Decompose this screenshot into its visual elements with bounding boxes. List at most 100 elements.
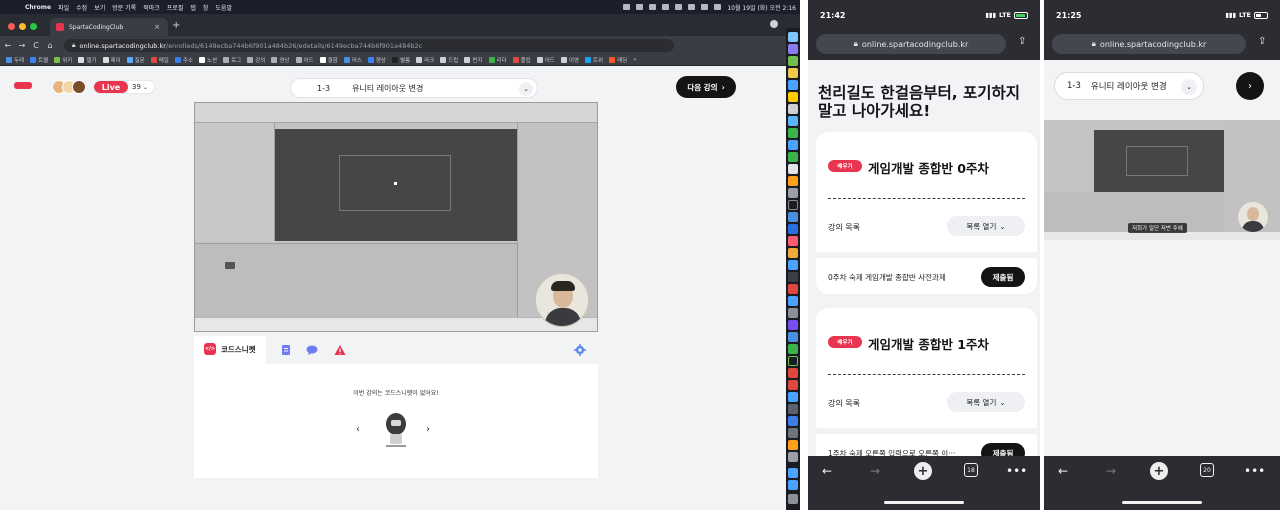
wifi-icon[interactable] [688,4,696,10]
app-icon[interactable] [788,80,798,90]
app-icon[interactable] [788,200,798,210]
trash-icon[interactable] [788,494,798,504]
lecture-video[interactable]: 저희가 일단 저번 주에 [1044,120,1280,240]
app-icon[interactable] [788,68,798,78]
document-icon[interactable] [280,344,292,356]
bookmark-item[interactable]: 어스 [343,56,362,64]
app-icon[interactable] [788,296,798,306]
bookmark-item[interactable]: 트위 [585,56,603,64]
bookmark-item[interactable]: 두레 [6,56,24,64]
tab-search-icon[interactable] [770,20,778,28]
record-icon[interactable] [662,4,670,10]
back-icon[interactable]: ← [822,464,832,478]
bookmark-item[interactable]: 드립 [440,56,458,64]
app-icon[interactable] [788,440,798,450]
cloud-icon[interactable] [636,4,644,10]
menu-file[interactable]: 파일 [58,3,69,12]
gear-icon[interactable] [574,344,586,356]
lecture-video[interactable] [194,102,598,332]
lecture-selector[interactable]: 1-3 유니티 레이아웃 변경 ⌄ [290,78,538,98]
live-badge[interactable]: Live 39 ⌄ [93,80,155,94]
app-icon[interactable] [788,272,798,282]
menu-window[interactable]: 창 [203,3,209,12]
share-icon[interactable]: ⇪ [1258,36,1270,50]
more-icon[interactable]: ••• [1244,464,1265,478]
close-window-button[interactable] [8,23,15,30]
bookmark-item[interactable]: 결함 [319,56,338,64]
bookmark-item[interactable]: 로그 [223,56,241,64]
bookmark-item[interactable]: 어드 [536,56,555,64]
bookmark-item[interactable]: 위키 [54,56,72,64]
control-center-icon[interactable] [714,4,722,10]
chat-icon[interactable] [306,344,318,356]
app-icon[interactable] [788,56,798,66]
sparta-logo[interactable] [14,82,32,89]
bookmark-item[interactable]: 영상 [271,56,290,64]
app-icon[interactable] [788,164,798,174]
menu-bookmarks[interactable]: 북마크 [143,3,160,12]
app-icon[interactable] [788,140,798,150]
chevron-down-icon[interactable]: ⌄ [519,82,533,96]
url-field[interactable]: 🔒︎ online.spartacodingclub.kr [816,34,1006,54]
app-icon[interactable] [788,404,798,414]
bookmark-item[interactable]: 트렐 [30,56,48,64]
carousel-prev-icon[interactable]: ‹ [356,424,360,435]
status-icon[interactable] [623,4,631,10]
url-field[interactable]: 🔒︎ online.spartacodingclub.kr [1052,34,1246,54]
bookmark-item[interactable]: 편상 [367,56,386,64]
bluetooth-icon[interactable] [675,4,683,10]
share-icon[interactable]: ⇪ [1018,36,1030,50]
bookmark-item[interactable]: 강의 [247,56,265,64]
app-icon[interactable] [788,152,798,162]
search-icon[interactable] [701,4,709,10]
bookmark-item[interactable]: 별룸 [392,56,410,64]
menu-history[interactable]: 방문 기록 [112,3,136,12]
menu-edit[interactable]: 수정 [76,3,87,12]
bookmark-item[interactable]: 펀지 [464,56,483,64]
app-icon[interactable] [788,416,798,426]
app-icon[interactable] [788,356,798,366]
bookmark-item[interactable]: 어드 [295,56,314,64]
lecture-selector[interactable]: 1-3 유니티 레이아웃 변경 ⌄ [1054,72,1204,100]
new-tab-button[interactable]: + [172,20,180,31]
app-icon[interactable] [788,320,798,330]
app-icon[interactable] [788,236,798,246]
bookmarks-overflow[interactable]: » [633,57,636,63]
tab-code-snippet[interactable]: </> 코드스니펫 [194,336,266,364]
close-tab-icon[interactable]: × [154,23,160,31]
bookmark-item[interactable]: 주소 [174,56,193,64]
bookmark-item[interactable]: 레딩 [609,56,627,64]
minimize-window-button[interactable] [19,23,26,30]
warning-icon[interactable] [334,344,346,356]
back-icon[interactable]: ← [2,41,14,50]
menu-help[interactable]: 도움말 [215,3,232,12]
menu-tab[interactable]: 탭 [190,3,196,12]
folder-icon[interactable] [788,468,798,478]
forward-icon[interactable]: → [1106,464,1116,478]
open-list-button[interactable]: 목록 열기 ⌄ [947,392,1025,412]
app-icon[interactable] [788,380,798,390]
open-list-button[interactable]: 목록 열기 ⌄ [947,216,1025,236]
app-icon[interactable] [788,128,798,138]
next-lecture-button[interactable]: 다음 강의 › [676,76,736,98]
new-tab-icon[interactable]: + [1150,462,1168,480]
menu-profile[interactable]: 프로필 [167,3,184,12]
app-icon[interactable] [788,344,798,354]
menu-view[interactable]: 보기 [94,3,105,12]
app-icon[interactable] [788,32,798,42]
bookmark-item[interactable]: 노션 [199,56,217,64]
app-icon[interactable] [788,92,798,102]
cast-icon[interactable] [649,4,657,10]
bookmark-item[interactable]: 제이 [102,56,121,64]
homework-title[interactable]: 0주차 숙제 게임개발 종합반 사전과제 [828,272,946,283]
zoom-window-button[interactable] [30,23,37,30]
app-icon[interactable] [788,368,798,378]
bookmark-item[interactable]: 라크 [416,56,434,64]
folder-icon[interactable] [788,480,798,490]
new-tab-icon[interactable]: + [914,462,932,480]
bookmark-item[interactable]: 리다 [488,56,507,64]
app-icon[interactable] [788,176,798,186]
bookmark-item[interactable]: 메일 [150,56,169,64]
app-icon[interactable] [788,248,798,258]
tab-count-button[interactable]: 18 [964,463,978,477]
